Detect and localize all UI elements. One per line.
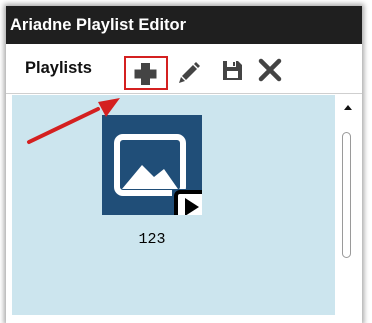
scroll-up-arrow-icon[interactable] <box>344 105 352 110</box>
edit-playlist-button[interactable] <box>176 56 204 84</box>
delete-playlist-button[interactable] <box>256 56 284 84</box>
toolbar: Playlists <box>6 44 362 94</box>
window-title: Ariadne Playlist Editor <box>6 6 362 44</box>
pencil-icon <box>179 62 200 83</box>
playlist-editor-window: Ariadne Playlist Editor Playlists 123 <box>6 6 362 323</box>
playlist-thumbnail <box>102 115 208 225</box>
add-playlist-button[interactable] <box>124 56 168 90</box>
playlist-label: 123 <box>138 231 166 248</box>
playlist-grid: 123 <box>12 95 335 315</box>
plus-icon <box>134 63 157 85</box>
floppy-disk-icon <box>223 61 242 80</box>
scroll-thumb[interactable] <box>342 132 351 258</box>
playlists-label: Playlists <box>25 59 92 77</box>
image-video-icon <box>114 134 208 225</box>
save-playlist-button[interactable] <box>218 56 246 84</box>
vertical-scrollbar[interactable] <box>335 95 362 315</box>
x-icon <box>258 58 282 82</box>
playlist-item[interactable]: 123 <box>102 115 208 255</box>
